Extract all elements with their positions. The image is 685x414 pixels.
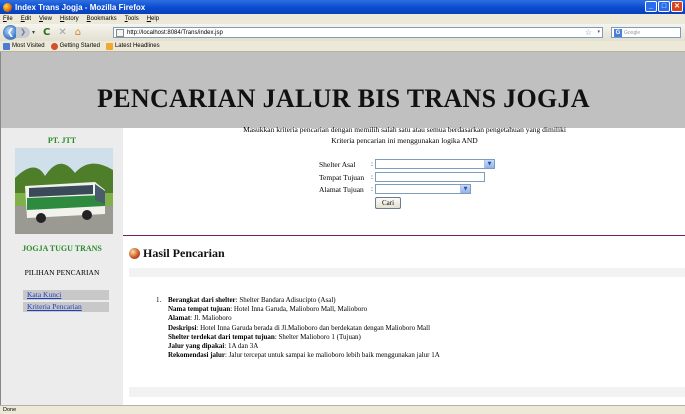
label-tempat-tujuan: Tempat Tujuan [319,173,365,182]
result-row: Nama tempat tujuan: Hotel Inna Garuda, M… [156,305,676,314]
page-viewport: PENCARIAN JALUR BIS TRANS JOGJA PT. JTT … [0,52,685,405]
result-row: Shelter terdekat dari tempat tujuan: She… [156,333,676,342]
field-label: Berangkat dari shelter [168,296,236,304]
field-value: : Shelter Malioboro 1 (Tujuan) [274,332,361,341]
bookmark-star-icon[interactable]: ☆ [585,28,592,37]
result-number: 1. [156,296,162,304]
rss-icon [105,42,113,50]
address-bar[interactable]: http://localhost:8084/Trans/index.jsp ☆ … [113,27,603,38]
result-row: 1. Berangkat dari shelter: Shelter Bandar… [156,296,676,305]
sidebar: PT. JTT JOGJA TUGU TRANS PILIHAN PENCARI… [1,128,123,405]
result-icon [129,248,140,259]
reload-icon[interactable]: C [43,24,50,41]
result-row: Jalur yang dipakai: 1A dan 3A [156,342,676,351]
window-titlebar: Index Trans Jogja - Mozilla Firefox _ □ … [0,0,685,14]
label-shelter-asal: Shelter Asal [319,160,356,169]
field-label: Deskripsi [168,323,197,332]
link-kata-kunci[interactable]: Kata Kunci [23,290,109,300]
menu-bar: File Edit View History Bookmarks Tools H… [0,14,685,24]
bookmark-label: Latest Headlines [114,43,160,49]
page-title: PENCARIAN JALUR BIS TRANS JOGJA [97,84,590,113]
url-dropdown-icon[interactable]: ▾ [597,29,600,35]
google-icon[interactable]: G [614,28,622,37]
result-item: 1. Berangkat dari shelter: Shelter Bandar… [156,296,676,360]
bookmarks-toolbar: Most Visited Getting Started Latest Head… [0,41,685,52]
field-label: Jalur yang dipakai [168,342,225,351]
result-band-top [129,268,685,277]
field-value: : Jl. Malioboro [190,314,232,323]
chevron-down-icon[interactable]: ▼ [484,160,494,168]
instruction-logic: Kriteria pencarian ini menggunakan logik… [331,136,478,145]
result-row: Deskripsi: Hotel Inna Garuda berada di J… [156,324,676,333]
bookmark-most-visited[interactable]: Most Visited [3,42,45,50]
shelter-asal-select[interactable]: ▼ [375,159,495,169]
label-alamat-tujuan: Alamat Tujuan [319,185,364,194]
field-label: Nama tempat tujuan [168,305,231,314]
menu-view[interactable]: View [39,16,52,22]
section-divider [123,235,685,236]
stop-icon[interactable]: ✕ [58,24,66,41]
instruction-text: Masukkan kriteria pencarian dengan memil… [243,125,566,134]
menu-bookmarks[interactable]: Bookmarks [87,16,117,22]
result-row: Rekomendasi jalur: Jalur tercepat untuk … [156,351,676,360]
forward-button[interactable]: ❯ [16,27,30,38]
field-value: : 1A dan 3A [224,342,259,351]
navigation-toolbar: ❮ ❯ ▾ C ✕ ⌂ http://localhost:8084/Trans/… [0,24,685,41]
window-title: Index Trans Jogja - Mozilla Firefox [15,2,146,12]
address-url: http://localhost:8084/Trans/index.jsp [127,29,223,36]
search-box[interactable]: G Google [611,27,681,38]
cari-button[interactable]: Cari [375,197,401,209]
status-bar: Done [0,405,685,414]
search-placeholder: Google [624,29,641,36]
link-kriteria-pencarian[interactable]: Kriteria Pencarian [23,302,109,312]
bus-caption: JOGJA TUGU TRANS [22,244,102,253]
field-value: : Jalur tercepat untuk sampai ke maliobo… [224,351,440,360]
company-name: PT. JTT [47,136,77,145]
menu-help[interactable]: Help [147,16,159,22]
bookmark-latest-headlines[interactable]: Latest Headlines [105,42,160,50]
maximize-button[interactable]: □ [658,1,670,12]
bookmark-getting-started[interactable]: Getting Started [50,42,100,50]
field-value: : Hotel Inna Garuda berada di Jl.Maliobo… [196,323,431,332]
tempat-tujuan-input[interactable] [375,172,485,182]
menu-edit[interactable]: Edit [21,16,31,22]
hasil-title: Hasil Pencarian [143,246,225,260]
field-value: : Shelter Bandara Adisucipto (Asal) [235,296,336,304]
field-label: Shelter terdekat dari tempat tujuan [168,332,275,341]
close-button[interactable]: ✕ [671,1,683,12]
history-dropdown-icon[interactable]: ▾ [32,29,35,36]
menu-file[interactable]: File [3,16,13,22]
chevron-down-icon[interactable]: ▼ [460,185,470,193]
page-icon [116,28,124,37]
status-text: Done [3,407,17,413]
home-icon[interactable]: ⌂ [75,24,81,41]
bookmark-label: Most Visited [12,43,45,49]
minimize-button[interactable]: _ [645,1,657,12]
colon: : [371,160,373,168]
getting-started-icon [50,42,58,50]
firefox-icon [3,2,12,12]
field-label: Rekomendasi jalur [168,351,225,360]
result-row: Alamat: Jl. Malioboro [156,314,676,323]
field-value: : Hotel Inna Garuda, Malioboro Mall, Mal… [230,305,368,314]
colon: : [371,185,373,193]
result-band-bottom [129,387,685,397]
bookmark-label: Getting Started [59,43,100,49]
most-visited-icon [3,42,10,50]
menu-history[interactable]: History [60,16,79,22]
colon: : [371,173,373,181]
field-label: Alamat [168,314,191,323]
pilihan-heading: PILIHAN PENCARIAN [24,268,100,277]
menu-tools[interactable]: Tools [125,16,139,22]
alamat-tujuan-select[interactable]: ▼ [375,184,471,194]
window-controls: _ □ ✕ [645,1,683,12]
bus-photo [15,148,113,234]
